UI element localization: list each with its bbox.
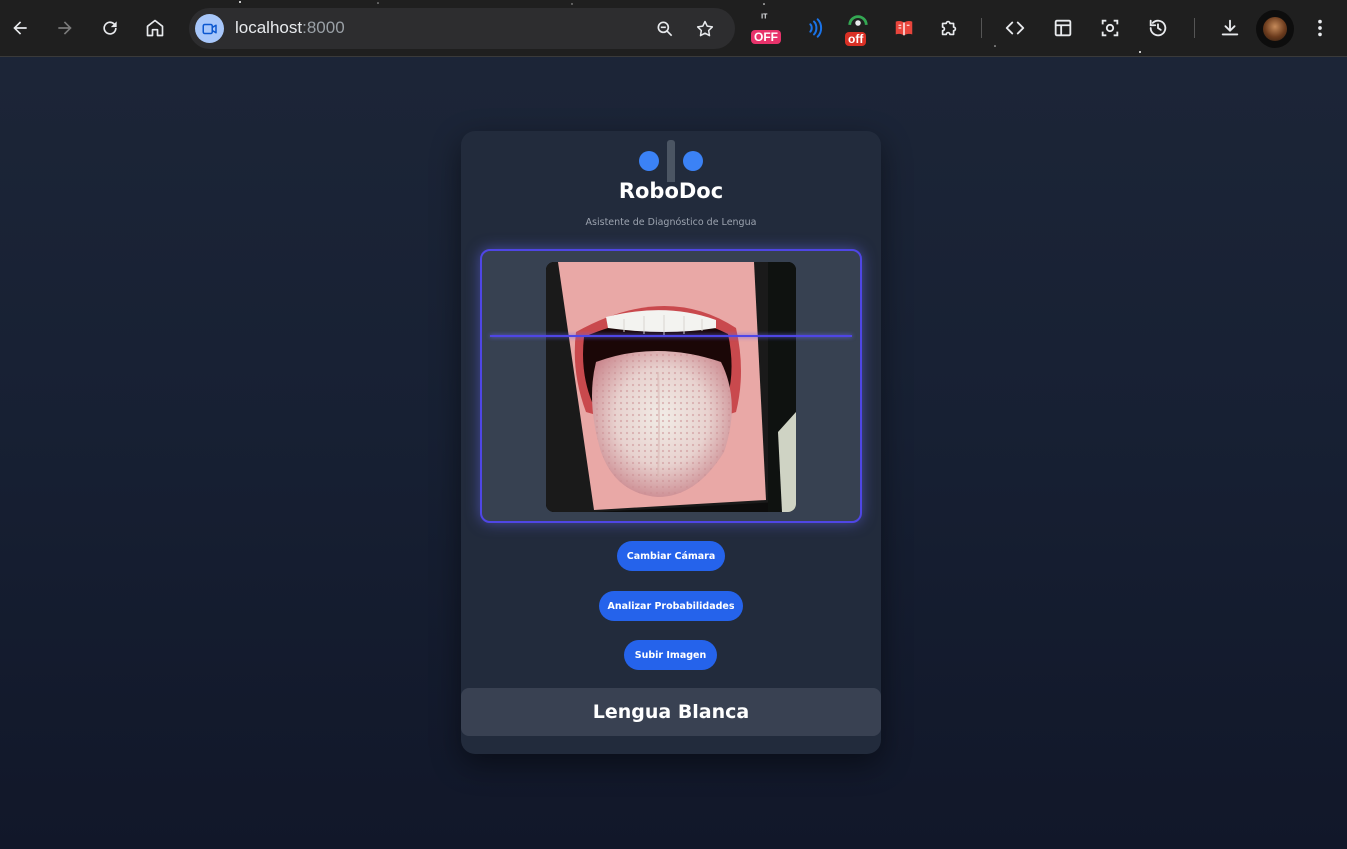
toolbar-separator-2 — [1194, 18, 1195, 38]
screenshot-icon — [1101, 19, 1119, 37]
diagnosis-result: Lengua Blanca — [461, 688, 881, 736]
more-icon — [1318, 19, 1322, 37]
logo-eye-right — [683, 151, 703, 171]
reload-icon — [103, 21, 117, 35]
app-card: RoboDoc Asistente de Diagnóstico de Leng… — [461, 131, 881, 754]
puzzle-icon — [941, 20, 957, 36]
switch-camera-button[interactable]: Cambiar Cámara — [617, 541, 725, 571]
app-subtitle: Asistente de Diagnóstico de Lengua — [585, 217, 757, 228]
profile-photo — [1263, 17, 1287, 41]
extension-green-off[interactable]: off — [845, 14, 873, 46]
avatar[interactable] — [1256, 10, 1294, 48]
app-title: RoboDoc — [618, 179, 724, 203]
logo-eye-left — [639, 151, 659, 171]
code-icon — [1005, 21, 1025, 35]
camera-preview — [546, 262, 796, 512]
menu-button[interactable] — [1306, 14, 1334, 42]
camera-frame — [480, 249, 862, 523]
ext-off-badge: OFF — [751, 30, 781, 44]
extension-wifi[interactable] — [800, 14, 828, 42]
logo-antenna — [667, 140, 675, 182]
extensions-button[interactable] — [935, 14, 963, 42]
signal-icon — [809, 18, 823, 38]
upload-image-button[interactable]: Subir Imagen — [624, 640, 717, 670]
history-button[interactable] — [1144, 14, 1172, 42]
gauge-icon — [848, 15, 868, 26]
arrow-left-icon — [13, 21, 27, 35]
book-icon — [895, 20, 913, 36]
screenshot-button[interactable] — [1096, 14, 1124, 42]
forward-button[interactable] — [49, 12, 81, 44]
url-host: localhost — [235, 18, 303, 37]
extension-it-off[interactable]: IT OFF — [751, 13, 781, 44]
robot-logo-icon — [639, 140, 703, 182]
toolbar-separator — [981, 18, 982, 38]
zoom-out-icon[interactable] — [654, 18, 676, 40]
site-info-button[interactable] — [195, 14, 224, 43]
history-icon — [1149, 19, 1167, 37]
devtools-button[interactable] — [1001, 14, 1029, 42]
layout-icon — [1054, 19, 1072, 37]
home-icon — [146, 19, 164, 37]
ext-off-badge-2: off — [845, 32, 867, 46]
home-button[interactable] — [139, 12, 171, 44]
side-panel-button[interactable] — [1049, 14, 1077, 42]
reload-button[interactable] — [94, 12, 126, 44]
url-text[interactable]: localhost:8000 — [235, 18, 345, 38]
it-icon: IT — [761, 13, 768, 20]
downloads-button[interactable] — [1216, 14, 1244, 42]
scan-line — [490, 335, 852, 337]
star-icon[interactable] — [694, 18, 716, 40]
browser-toolbar: localhost:8000 IT OFF off — [0, 0, 1347, 57]
download-icon — [1221, 19, 1239, 36]
svg-text:IT: IT — [761, 13, 768, 20]
analyze-button[interactable]: Analizar Probabilidades — [599, 591, 743, 621]
tongue-image — [546, 262, 796, 512]
back-button[interactable] — [4, 12, 36, 44]
url-port: :8000 — [302, 18, 345, 37]
arrow-right-icon — [58, 21, 72, 35]
extension-book[interactable] — [890, 14, 918, 42]
address-bar[interactable]: localhost:8000 — [189, 8, 735, 49]
video-camera-icon — [202, 23, 217, 34]
